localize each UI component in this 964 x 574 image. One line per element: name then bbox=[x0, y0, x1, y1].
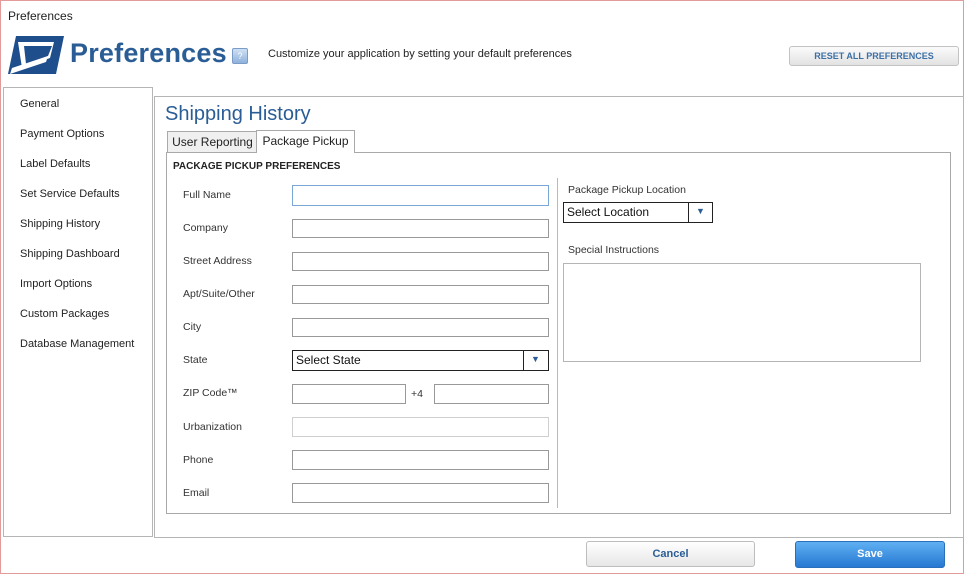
window-title: Preferences bbox=[8, 9, 73, 23]
phone-input[interactable] bbox=[292, 450, 549, 470]
special-instructions-textarea[interactable] bbox=[563, 263, 921, 362]
city-label: City bbox=[183, 321, 202, 333]
zip-code-input[interactable] bbox=[292, 384, 406, 404]
apt-suite-label: Apt/Suite/Other bbox=[183, 288, 255, 300]
city-input[interactable] bbox=[292, 318, 549, 337]
column-divider bbox=[557, 178, 558, 508]
chevron-down-icon[interactable]: ▼ bbox=[696, 206, 705, 216]
state-select[interactable]: Select State ▼ bbox=[292, 350, 549, 371]
apt-suite-input[interactable] bbox=[292, 285, 549, 304]
state-label: State bbox=[183, 354, 208, 366]
sidebar-item-database-management[interactable]: Database Management bbox=[20, 338, 134, 350]
urbanization-input[interactable] bbox=[292, 417, 549, 437]
pickup-location-select[interactable]: Select Location ▼ bbox=[563, 202, 713, 223]
sidebar-item-label-defaults[interactable]: Label Defaults bbox=[20, 158, 90, 170]
section-title: Shipping History bbox=[165, 103, 311, 125]
sidebar-item-import-options[interactable]: Import Options bbox=[20, 278, 92, 290]
reset-all-preferences-button[interactable]: RESET ALL PREFERENCES bbox=[789, 46, 959, 66]
tab-package-pickup[interactable]: Package Pickup bbox=[256, 130, 355, 153]
state-select-value: Select State bbox=[296, 353, 361, 367]
sidebar-item-payment-options[interactable]: Payment Options bbox=[20, 128, 104, 140]
full-name-label: Full Name bbox=[183, 189, 231, 201]
brand-title: Preferences bbox=[70, 38, 227, 68]
full-name-input[interactable] bbox=[292, 185, 549, 206]
zip-plus4-label: +4 bbox=[411, 388, 423, 400]
street-address-label: Street Address bbox=[183, 255, 252, 267]
company-input[interactable] bbox=[292, 219, 549, 238]
help-icon[interactable]: ? bbox=[232, 48, 248, 64]
eagle-logo-icon bbox=[8, 36, 64, 74]
zip-code-label: ZIP Code™ bbox=[183, 387, 238, 399]
sidebar-item-custom-packages[interactable]: Custom Packages bbox=[20, 308, 109, 320]
chevron-down-icon[interactable]: ▼ bbox=[531, 354, 540, 364]
group-title: PACKAGE PICKUP PREFERENCES bbox=[173, 161, 341, 172]
sidebar-item-set-service-defaults[interactable]: Set Service Defaults bbox=[20, 188, 120, 200]
sidebar-item-shipping-history[interactable]: Shipping History bbox=[20, 218, 100, 230]
pickup-location-separator bbox=[688, 203, 689, 222]
email-input[interactable] bbox=[292, 483, 549, 503]
pickup-location-label: Package Pickup Location bbox=[568, 184, 686, 196]
urbanization-label: Urbanization bbox=[183, 421, 242, 433]
save-button[interactable]: Save bbox=[795, 541, 945, 568]
company-label: Company bbox=[183, 222, 228, 234]
email-label: Email bbox=[183, 487, 210, 499]
sidebar-item-shipping-dashboard[interactable]: Shipping Dashboard bbox=[20, 248, 120, 260]
phone-label: Phone bbox=[183, 454, 214, 466]
tab-user-reporting[interactable]: User Reporting bbox=[167, 131, 258, 153]
pickup-location-select-value: Select Location bbox=[567, 205, 650, 219]
page-subtitle: Customize your application by setting yo… bbox=[268, 48, 572, 60]
cancel-button[interactable]: Cancel bbox=[586, 541, 755, 567]
special-instructions-label: Special Instructions bbox=[568, 244, 660, 256]
sidebar-item-general[interactable]: General bbox=[20, 98, 59, 110]
state-select-separator bbox=[523, 351, 524, 370]
zip-plus4-input[interactable] bbox=[434, 384, 549, 404]
street-address-input[interactable] bbox=[292, 252, 549, 271]
